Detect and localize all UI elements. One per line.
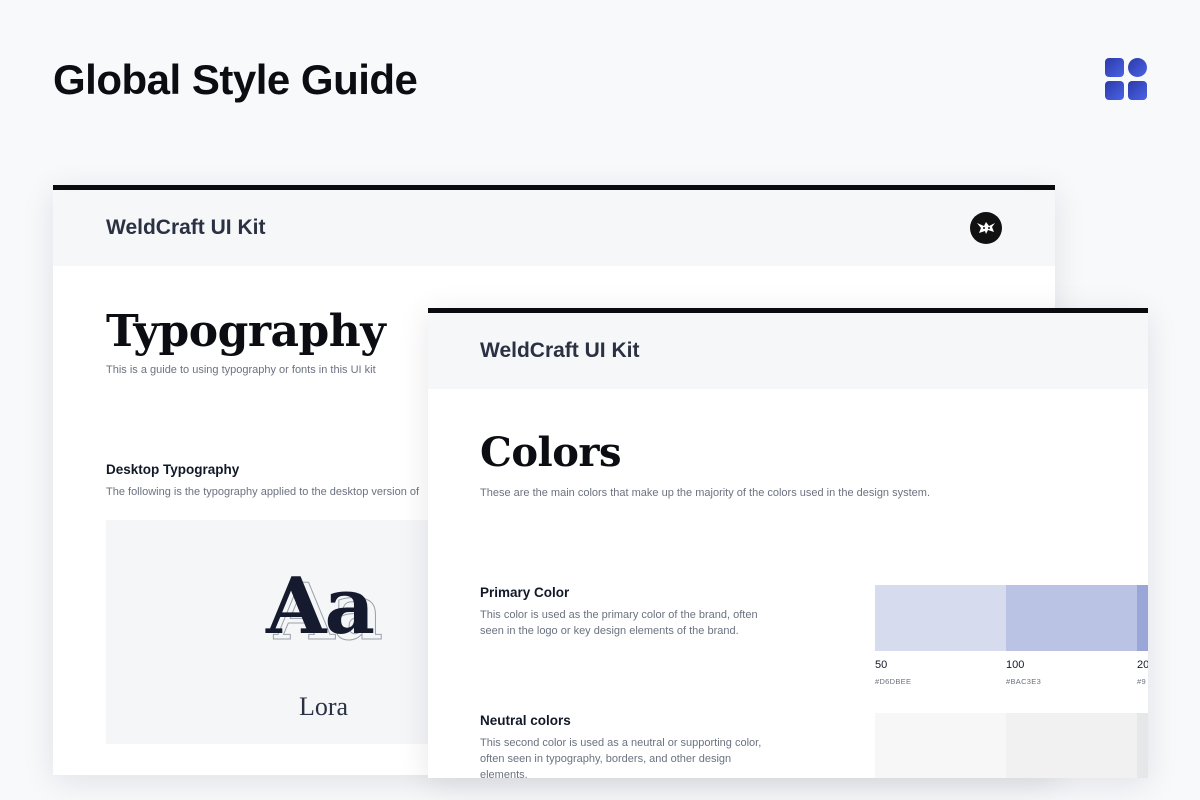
kit-name: WeldCraft UI Kit xyxy=(106,216,266,239)
four-squares-logo-icon xyxy=(1105,58,1147,100)
card-header: WeldCraft UI Kit xyxy=(428,313,1148,389)
typography-description: This is a guide to using typography or f… xyxy=(106,364,376,376)
page-title: Global Style Guide xyxy=(53,56,418,103)
swatch-hex: #BAC3E3 xyxy=(1006,677,1042,686)
swatch-level: 100 xyxy=(1006,659,1025,671)
kit-name: WeldCraft UI Kit xyxy=(480,339,640,362)
primary-swatch-labels: 50 #D6DBEE 100 #BAC3E3 20 #9 xyxy=(875,659,1148,686)
color-swatch[interactable] xyxy=(875,713,1006,778)
color-swatch[interactable] xyxy=(1137,713,1148,778)
swatch-hex: #9 xyxy=(1137,677,1146,686)
card-header: WeldCraft UI Kit xyxy=(53,190,1055,266)
primary-swatches xyxy=(875,585,1148,651)
desktop-typography-description: The following is the typography applied … xyxy=(106,486,420,498)
font-name: Lora xyxy=(299,692,349,721)
swatch-level: 50 xyxy=(875,659,888,671)
colors-body: Colors These are the main colors that ma… xyxy=(428,389,1148,778)
neutral-colors-description: This second color is used as a neutral o… xyxy=(480,737,762,778)
swatch-label: 100 #BAC3E3 xyxy=(1006,659,1137,686)
colors-card: WeldCraft UI Kit Colors These are the ma… xyxy=(428,308,1148,778)
colors-description: These are the main colors that make up t… xyxy=(480,487,931,499)
color-swatch[interactable] xyxy=(1006,713,1137,778)
desktop-typography-title: Desktop Typography xyxy=(106,462,240,477)
neutral-swatches xyxy=(875,713,1148,778)
typography-title: Typography xyxy=(106,306,386,357)
color-swatch[interactable] xyxy=(1006,585,1137,651)
colors-title: Colors xyxy=(480,429,621,476)
neutral-colors-title: Neutral colors xyxy=(480,713,571,728)
font-specimen: Aa Aa Lora xyxy=(106,520,466,744)
cat-avatar-icon xyxy=(970,212,1002,244)
color-swatch[interactable] xyxy=(1137,585,1148,651)
specimen-glyphs: Aa xyxy=(266,561,375,652)
swatch-hex: #D6DBEE xyxy=(875,677,912,686)
swatch-label: 20 #9 xyxy=(1137,659,1148,686)
primary-color-description: This color is used as the primary color … xyxy=(480,609,758,637)
primary-color-title: Primary Color xyxy=(480,585,570,600)
swatch-label: 50 #D6DBEE xyxy=(875,659,1006,686)
color-swatch[interactable] xyxy=(875,585,1006,651)
swatch-level: 20 xyxy=(1137,659,1148,671)
